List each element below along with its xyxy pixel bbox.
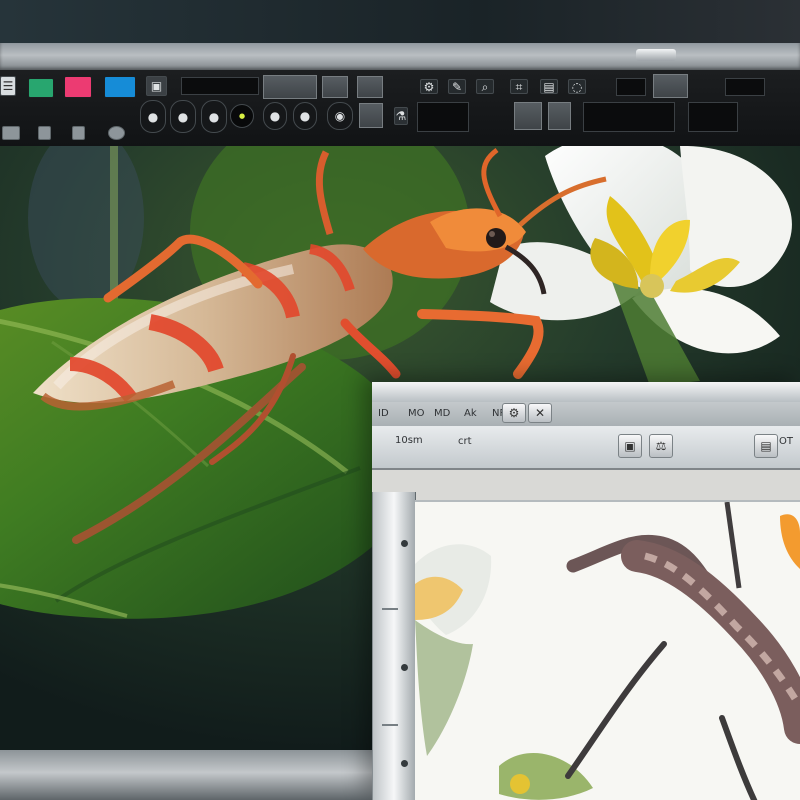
lasso-button[interactable]: ◌ <box>568 79 586 94</box>
lower-thumb-2[interactable] <box>548 102 571 130</box>
secondary-toolbar: 10sm crt IOT ▣ ⚖ ▤ <box>372 426 800 470</box>
layers-toggle-button[interactable]: ▤ <box>540 79 558 94</box>
toolbar-label-3[interactable]: IOT <box>776 437 793 447</box>
ruler-dot-2 <box>401 664 408 671</box>
ruler-mark-1 <box>382 608 398 610</box>
toolbar-swatch-green[interactable] <box>28 78 54 98</box>
background-wall <box>0 0 800 43</box>
lower-right-slot[interactable] <box>688 102 738 132</box>
zoom-icon: ⌕ <box>481 79 489 94</box>
toolbar-swatch-pink[interactable] <box>64 76 92 98</box>
dodge-icon: ● <box>208 109 220 124</box>
texture-preview-panel[interactable] <box>263 75 317 99</box>
toolbar-label-2[interactable]: crt <box>458 437 472 447</box>
sponge-tool-button[interactable]: ◉ <box>327 102 353 130</box>
crop-icon: ⌗ <box>515 79 523 94</box>
scale-icon: ⚖ <box>655 439 667 453</box>
secondary-frame-top <box>372 382 800 403</box>
secondary-close-button[interactable]: ✕ <box>528 403 552 423</box>
top-right-slot[interactable] <box>725 78 765 96</box>
close-icon: ✕ <box>534 406 546 420</box>
secondary-preview-image <box>415 502 800 800</box>
flask-tool-button[interactable]: ⚗ <box>394 107 408 125</box>
monitor-bezel <box>0 43 800 70</box>
gear-icon: ⚙ <box>508 406 520 420</box>
lasso-icon: ◌ <box>571 79 583 94</box>
toolbar-swatch-blue[interactable] <box>104 76 136 98</box>
desktop-screen: ☰ ▣ ⚙ ✎ ⌕ ⌗ ▤ ◌ ɲ ● ● ● ● ● ● ◉ ⚗ <box>0 0 800 800</box>
menu-item-id[interactable]: ID <box>378 409 389 419</box>
secondary-preview-canvas[interactable] <box>415 500 800 800</box>
pattern-preview-button[interactable] <box>322 76 348 98</box>
toolbar-search-slot[interactable] <box>181 77 259 95</box>
layers-button[interactable] <box>357 76 383 98</box>
color-dot-icon: ● <box>238 111 246 120</box>
tool-preset-slot[interactable] <box>616 78 646 96</box>
lower-thumb-1[interactable] <box>514 102 542 130</box>
ruler-dot-3 <box>401 760 408 767</box>
camera-button[interactable]: ▣ <box>146 76 167 96</box>
camera-tool-button[interactable]: ▣ <box>618 434 642 458</box>
sharpen-tool-button[interactable]: ● <box>293 102 317 130</box>
sponge-icon: ◉ <box>334 109 346 123</box>
ruler-mark-2 <box>382 724 398 726</box>
layers-icon: ▤ <box>543 79 555 94</box>
mode-button-4[interactable] <box>108 126 125 140</box>
mode-button-1[interactable] <box>2 126 20 140</box>
secondary-menu-bar: ID MO MD Ak NR ⚙ ✕ <box>372 402 800 427</box>
menu-item-ak[interactable]: Ak <box>464 409 477 419</box>
color-dot-button[interactable]: ● <box>230 104 254 128</box>
dodge-tool-button[interactable]: ● <box>201 100 227 133</box>
blur-icon: ● <box>269 109 281 123</box>
brush-icon: ✎ <box>451 79 463 94</box>
main-toolbar: ☰ ▣ ⚙ ✎ ⌕ ⌗ ▤ ◌ ɲ ● ● ● ● ● ● ◉ ⚗ <box>0 70 800 161</box>
crop-button[interactable]: ⌗ <box>510 79 528 94</box>
settings-button[interactable]: ⚙ <box>420 79 438 94</box>
secondary-ruler[interactable] <box>372 492 416 800</box>
camera-icon: ▣ <box>150 79 163 93</box>
healing-tool-button[interactable]: ● <box>170 100 196 133</box>
lower-monitor-bezel <box>0 750 372 800</box>
monitor-logo-badge <box>636 49 676 61</box>
menu-item-mo[interactable]: MO <box>408 409 425 419</box>
info-tool-button[interactable]: ▤ <box>754 434 778 458</box>
menu-icon: ☰ <box>2 79 14 93</box>
healing-icon: ● <box>177 109 189 124</box>
zoom-button[interactable]: ⌕ <box>476 79 494 94</box>
middle-tool-slot[interactable] <box>417 102 469 132</box>
toolbar-corner-button[interactable]: ☰ <box>0 76 16 96</box>
secondary-settings-button[interactable]: ⚙ <box>502 403 526 423</box>
stamp-icon: ● <box>147 109 159 124</box>
gear-icon: ⚙ <box>423 79 435 94</box>
camera-icon: ▣ <box>624 439 636 453</box>
menu-item-md[interactable]: MD <box>434 409 450 419</box>
toolbar-label-1[interactable]: 10sm <box>395 436 423 446</box>
brush-button[interactable]: ✎ <box>448 79 466 94</box>
sharpen-icon: ● <box>299 109 311 123</box>
image-thumb-button[interactable] <box>359 103 383 128</box>
top-right-panel[interactable] <box>653 74 688 98</box>
flask-icon: ⚗ <box>395 109 407 123</box>
scale-tool-button[interactable]: ⚖ <box>649 434 673 458</box>
ruler-dot-1 <box>401 540 408 547</box>
lower-tool-strip[interactable] <box>583 102 675 132</box>
stamp-tool-button[interactable]: ● <box>140 100 166 133</box>
mode-button-3[interactable] <box>72 126 85 140</box>
blur-tool-button[interactable]: ● <box>263 102 287 130</box>
info-icon: ▤ <box>760 439 772 453</box>
mode-button-2[interactable] <box>38 126 51 140</box>
secondary-editor-window: ID MO MD Ak NR ⚙ ✕ 10sm crt IOT ▣ ⚖ ▤ <box>372 382 800 800</box>
